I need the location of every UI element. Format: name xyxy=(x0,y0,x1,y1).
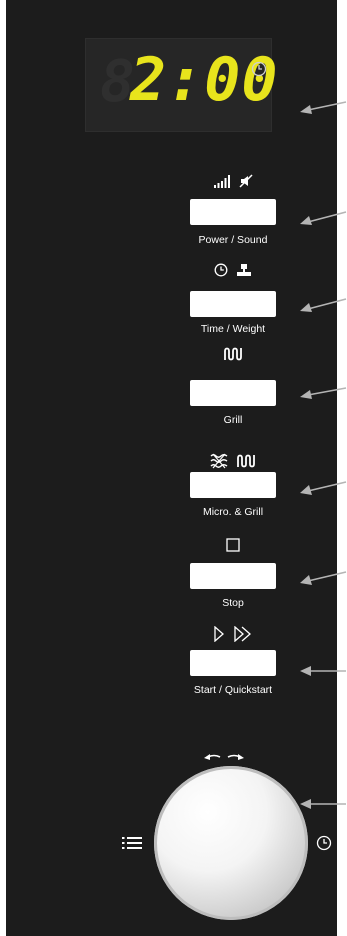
fast-forward-icon xyxy=(234,626,251,642)
digital-display: 8 2:00 xyxy=(85,38,278,132)
start-quickstart-pointer-arrow xyxy=(300,666,346,676)
microwave-waves-icon xyxy=(210,453,228,469)
time-weight-button[interactable] xyxy=(190,291,276,317)
clock-icon xyxy=(251,61,267,77)
rotate-arrows-icon xyxy=(204,754,244,760)
power-sound-button[interactable] xyxy=(190,199,276,225)
play-icon xyxy=(214,626,224,642)
stop-pointer-arrow xyxy=(300,571,347,585)
mute-speaker-icon xyxy=(239,174,253,188)
start-quickstart-label: Start / Quickstart xyxy=(193,684,273,696)
grill-pointer-arrow xyxy=(300,387,347,399)
selector-dial[interactable] xyxy=(154,766,308,920)
micro-grill-pointer-arrow xyxy=(300,481,347,495)
grill-icons xyxy=(190,343,276,365)
clock-icon xyxy=(214,263,228,277)
time-weight-label: Time / Weight xyxy=(200,323,266,335)
micro-grill-label: Micro. & Grill xyxy=(202,506,264,518)
stop-label: Stop xyxy=(222,597,244,609)
grill-icon xyxy=(224,347,242,361)
menu-list-icon xyxy=(122,837,142,849)
power-sound-label: Power / Sound xyxy=(198,234,268,246)
start-quickstart-icons xyxy=(190,623,276,645)
grill-label: Grill xyxy=(223,414,243,426)
grill-button[interactable] xyxy=(190,380,276,406)
micro-grill-icons xyxy=(190,450,276,472)
micro-grill-button[interactable] xyxy=(190,472,276,498)
display-pointer-arrow xyxy=(300,101,347,114)
signal-bars-icon xyxy=(214,175,230,188)
dial-pointer-arrow xyxy=(300,799,346,809)
stop-icons xyxy=(190,534,276,556)
grill-icon xyxy=(237,454,255,468)
clock-icon xyxy=(316,835,332,851)
power-sound-pointer-arrow xyxy=(300,211,347,225)
time-weight-pointer-arrow xyxy=(300,298,347,312)
stop-square-icon xyxy=(226,538,240,552)
start-quickstart-button[interactable] xyxy=(190,650,276,676)
power-sound-icons xyxy=(190,170,276,192)
scale-icon xyxy=(237,264,251,276)
stop-button[interactable] xyxy=(190,563,276,589)
display-time: 2:00 xyxy=(130,45,279,115)
time-weight-icons xyxy=(190,259,276,281)
